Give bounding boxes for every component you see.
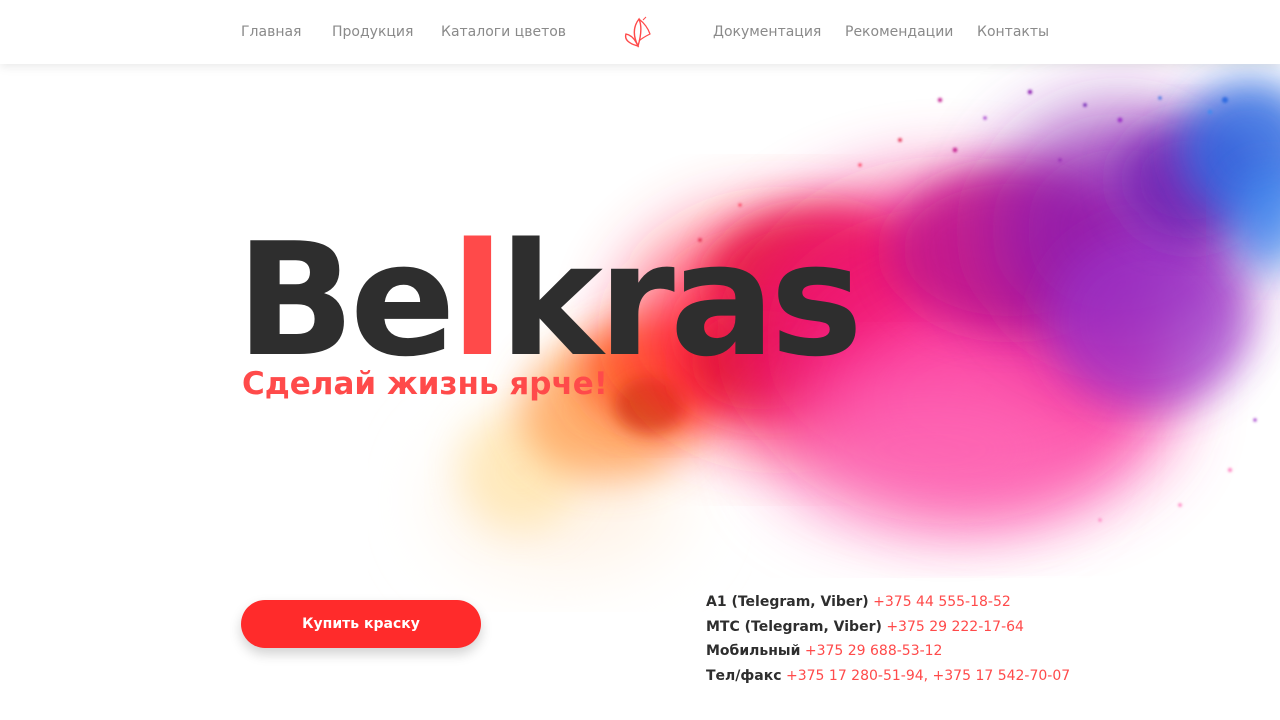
contact-phone-link[interactable]: +375 29 688-53-12 (805, 643, 943, 659)
contact-phone-link[interactable]: +375 29 222-17-64 (886, 619, 1024, 635)
brand-suffix: kras (499, 209, 863, 391)
brand-prefix: Be (236, 209, 456, 391)
contact-label: МТС (Telegram, Viber) (706, 618, 882, 635)
tagline: Сделай жизнь ярче! (242, 366, 608, 402)
buy-paint-button[interactable]: Купить краску (241, 600, 481, 648)
paint-splash-image (440, 80, 1280, 570)
contacts-block: А1 (Telegram, Viber) +375 44 555-18-52 М… (706, 590, 1070, 688)
contact-row: Мобильный +375 29 688-53-12 (706, 639, 1070, 664)
brand-wordmark: Belkras (236, 222, 863, 378)
butterfly-icon[interactable] (620, 14, 656, 50)
nav-item-recommendations[interactable]: Рекомендации (845, 24, 953, 40)
contact-row: А1 (Telegram, Viber) +375 44 555-18-52 (706, 590, 1070, 615)
nav-item-home[interactable]: Главная (241, 24, 301, 40)
contact-label: А1 (Telegram, Viber) (706, 594, 869, 610)
contact-row: МТС (Telegram, Viber) +375 29 222-17-64 (706, 615, 1070, 640)
contact-phone-link[interactable]: +375 44 555-18-52 (873, 594, 1011, 610)
site-header: Главная Продукция Каталоги цветов Докуме… (0, 0, 1280, 64)
contact-phone-link[interactable]: +375 17 280-51-94, +375 17 542-70-07 (786, 668, 1070, 684)
brand-accent-letter: l (450, 209, 505, 391)
contact-label: Тел/факс (706, 667, 782, 684)
nav-item-color-catalogs[interactable]: Каталоги цветов (441, 24, 566, 40)
nav-item-contacts[interactable]: Контакты (977, 24, 1049, 40)
nav-item-products[interactable]: Продукция (332, 24, 413, 40)
contact-label: Мобильный (706, 643, 801, 659)
contact-row: Тел/факс +375 17 280-51-94, +375 17 542-… (706, 664, 1070, 689)
nav-item-documentation[interactable]: Документация (713, 24, 821, 40)
